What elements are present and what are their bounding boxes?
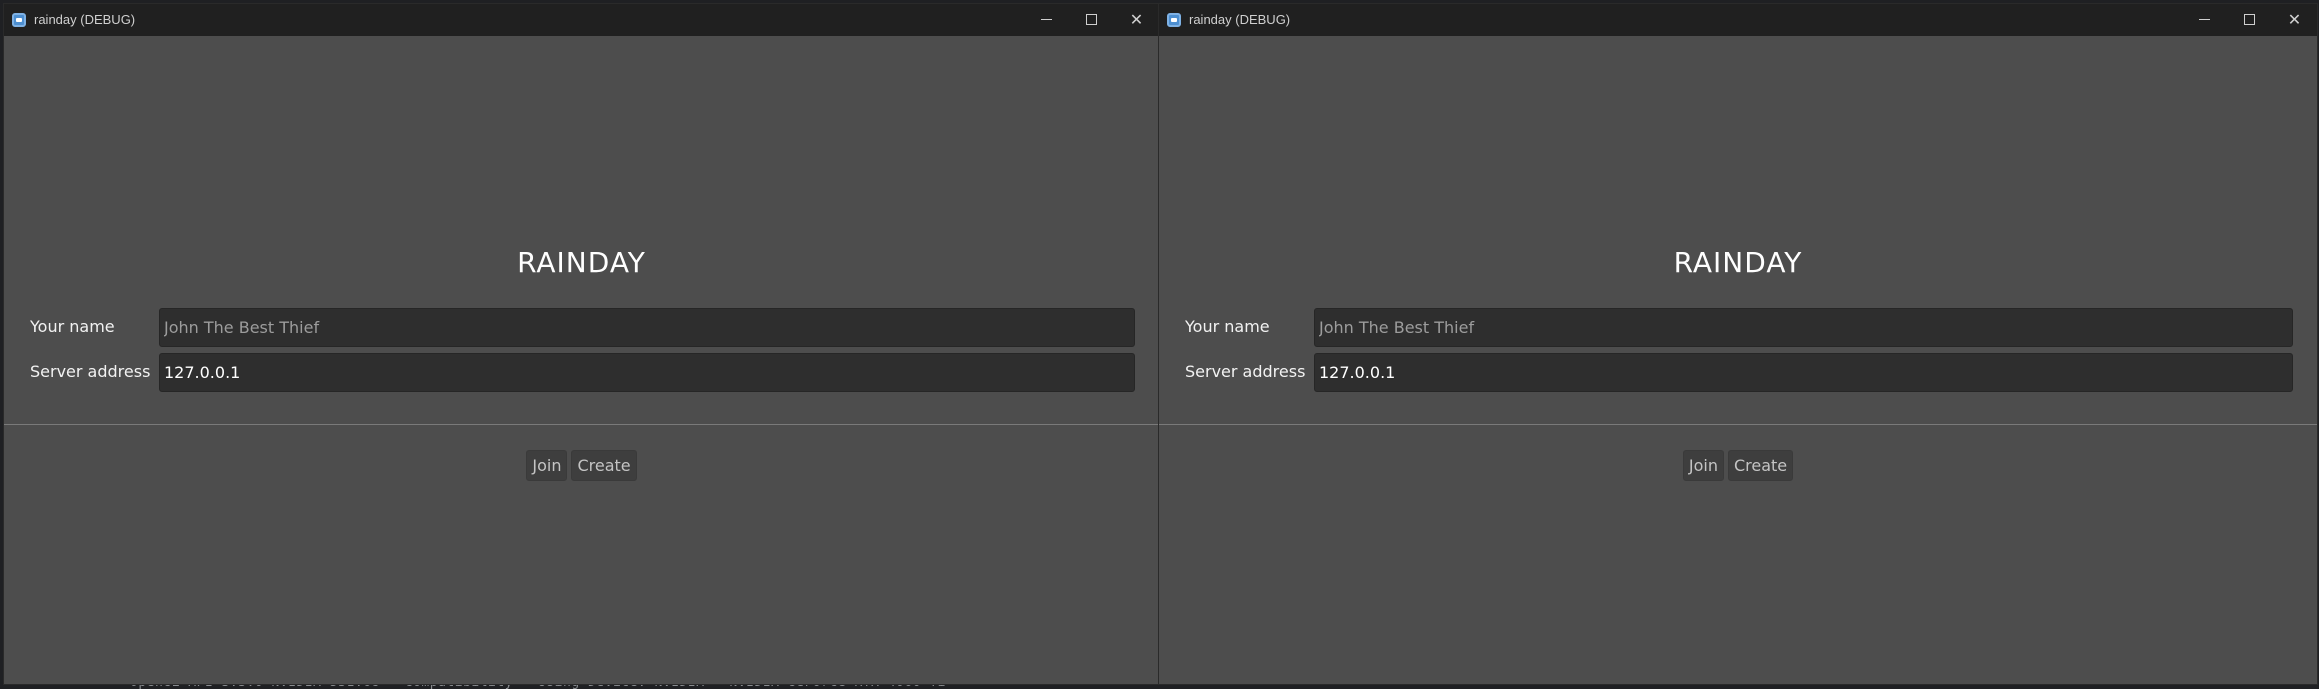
game-window-1[interactable]: rainday (DEBUG) ✕ RAINDAY Your name Serv…	[3, 3, 1160, 685]
window-titlebar[interactable]: rainday (DEBUG) ✕	[4, 4, 1159, 36]
maximize-button[interactable]	[2227, 4, 2272, 36]
join-button[interactable]: Join	[526, 450, 568, 481]
minimize-button[interactable]	[1024, 4, 1069, 36]
app-icon	[12, 13, 26, 27]
minimize-button[interactable]	[2182, 4, 2227, 36]
app-icon	[1167, 13, 1181, 27]
maximize-button[interactable]	[1069, 4, 1114, 36]
name-input[interactable]	[1314, 308, 2293, 347]
maximize-icon	[2244, 14, 2255, 25]
window-title: rainday (DEBUG)	[1189, 12, 1291, 27]
name-label: Your name	[1185, 317, 1270, 336]
close-button[interactable]: ✕	[2272, 4, 2317, 36]
game-title: RAINDAY	[517, 246, 646, 279]
server-address-input[interactable]	[159, 353, 1135, 392]
name-input[interactable]	[159, 308, 1135, 347]
join-button[interactable]: Join	[1682, 450, 1724, 481]
minimize-icon	[1041, 19, 1052, 20]
close-icon: ✕	[2287, 10, 2302, 29]
game-window-2[interactable]: rainday (DEBUG) ✕ RAINDAY Your name Serv…	[1158, 3, 2318, 685]
create-button[interactable]: Create	[571, 450, 637, 481]
button-row: Join Create	[4, 450, 1159, 481]
close-button[interactable]: ✕	[1114, 4, 1159, 36]
server-address-input[interactable]	[1314, 353, 2293, 392]
window-content: RAINDAY Your name Server address Join Cr…	[1159, 36, 2317, 684]
separator	[4, 424, 1159, 425]
window-title: rainday (DEBUG)	[34, 12, 136, 27]
server-address-label: Server address	[30, 362, 151, 381]
game-title: RAINDAY	[1673, 246, 1803, 279]
close-icon: ✕	[1129, 10, 1144, 29]
window-titlebar[interactable]: rainday (DEBUG) ✕	[1159, 4, 2317, 36]
server-address-label: Server address	[1185, 362, 1306, 381]
desktop: OpenGL API 3.3.0 NVIDIA 531.68 - Compati…	[0, 0, 2319, 689]
minimize-icon	[2199, 19, 2210, 20]
maximize-icon	[1086, 14, 1097, 25]
button-row: Join Create	[1159, 450, 2317, 481]
create-button[interactable]: Create	[1727, 450, 1794, 481]
window-content: RAINDAY Your name Server address Join Cr…	[4, 36, 1159, 684]
name-label: Your name	[30, 317, 115, 336]
separator	[1159, 424, 2317, 425]
